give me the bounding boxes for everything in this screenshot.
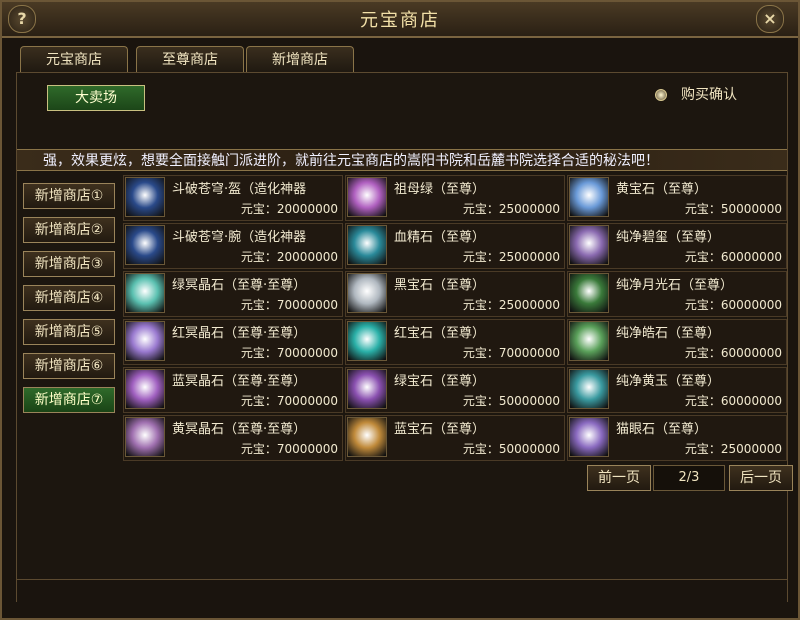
gem-icon: [347, 369, 387, 409]
shop-item[interactable]: 黑宝石（至尊） 元宝：25000000: [345, 271, 565, 317]
page-indicator: 2/3: [653, 465, 725, 491]
crystal-icon: [125, 369, 165, 409]
side-menu-item-1[interactable]: 新增商店①: [23, 183, 115, 209]
close-button[interactable]: ×: [756, 5, 784, 33]
item-name: 黑宝石（至尊）: [394, 278, 486, 293]
side-menu-item-6[interactable]: 新增商店⑥: [23, 353, 115, 379]
scrolling-banner: 强，效果更炫，想要全面接触门派进阶，就前往元宝商店的嵩阳书院和岳麓书院选择合适的…: [17, 149, 787, 171]
gem-icon: [347, 321, 387, 361]
shop-item[interactable]: 纯净皓石（至尊） 元宝：60000000: [567, 319, 787, 365]
item-name: 蓝冥晶石（至尊·至尊）: [172, 374, 307, 389]
radio-icon[interactable]: [655, 89, 667, 101]
gem-icon: [569, 417, 609, 457]
crystal-icon: [125, 273, 165, 313]
shop-panel: 大卖场 购买确认 强，效果更炫，想要全面接触门派进阶，就前往元宝商店的嵩阳书院和…: [16, 72, 793, 602]
item-name: 蓝宝石（至尊）: [394, 422, 486, 437]
item-name: 红冥晶石（至尊·至尊）: [172, 326, 307, 341]
prev-page-button[interactable]: 前一页: [587, 465, 651, 491]
feather-icon: [569, 273, 609, 313]
item-price: 元宝：25000000: [462, 202, 560, 216]
item-price: 元宝：60000000: [684, 394, 782, 408]
next-page-button[interactable]: 后一页: [729, 465, 793, 491]
shop-item[interactable]: 斗破苍穹·盔（造化神器元宝：20000000: [123, 175, 343, 221]
purchase-confirm-label: 购买确认: [681, 87, 737, 103]
bottom-status-bar: [17, 579, 787, 602]
helmet-icon: [125, 177, 165, 217]
item-price: 元宝：70000000: [240, 394, 338, 408]
side-menu-item-7[interactable]: 新增商店⑦: [23, 387, 115, 413]
item-price: 元宝：20000000: [240, 202, 338, 216]
gem-icon: [347, 225, 387, 265]
shop-item[interactable]: 纯净月光石（至尊） 元宝：60000000: [567, 271, 787, 317]
item-name: 猫眼石（至尊）: [616, 422, 708, 437]
item-name: 绿宝石（至尊）: [394, 374, 486, 389]
item-name: 红宝石（至尊）: [394, 326, 486, 341]
item-price: 元宝：70000000: [240, 298, 338, 312]
market-button[interactable]: 大卖场: [47, 85, 145, 111]
item-price: 元宝：60000000: [684, 298, 782, 312]
title-bar[interactable]: ? 元宝商店 ×: [2, 2, 798, 38]
item-price: 元宝：25000000: [462, 298, 560, 312]
tab-new-shop[interactable]: 新增商店: [246, 46, 354, 73]
shop-item[interactable]: 斗破苍穹·腕（造化神器元宝：20000000: [123, 223, 343, 269]
item-price: 元宝：50000000: [684, 202, 782, 216]
gem-icon: [569, 225, 609, 265]
item-price: 元宝：70000000: [240, 442, 338, 456]
shop-item[interactable]: 黄宝石（至尊） 元宝：50000000: [567, 175, 787, 221]
gem-icon: [347, 177, 387, 217]
tab-yuanbao-shop[interactable]: 元宝商店: [20, 46, 128, 73]
shop-item[interactable]: 红宝石（至尊） 元宝：70000000: [345, 319, 565, 365]
item-name: 黄冥晶石（至尊·至尊）: [172, 422, 307, 437]
shop-item[interactable]: 黄冥晶石（至尊·至尊） 元宝：70000000: [123, 415, 343, 461]
item-name: 绿冥晶石（至尊·至尊）: [172, 278, 307, 293]
shop-window: ? 元宝商店 × 元宝商店 至尊商店 新增商店 大卖场 购买确认 强，效果更炫，…: [0, 0, 800, 620]
tab-supreme-shop[interactable]: 至尊商店: [136, 46, 244, 73]
item-name: 纯净月光石（至尊）: [616, 278, 734, 293]
item-price: 元宝：25000000: [462, 250, 560, 264]
side-menu-item-3[interactable]: 新增商店③: [23, 251, 115, 277]
gem-icon: [347, 417, 387, 457]
purchase-confirm-toggle[interactable]: 购买确认: [655, 83, 737, 107]
shop-item[interactable]: 猫眼石（至尊） 元宝：25000000: [567, 415, 787, 461]
shop-item[interactable]: 纯净碧玺（至尊） 元宝：60000000: [567, 223, 787, 269]
item-name: 斗破苍穹·盔（造化神器: [172, 182, 307, 197]
item-name: 血精石（至尊）: [394, 230, 486, 245]
side-menu-item-4[interactable]: 新增商店④: [23, 285, 115, 311]
item-name: 纯净皓石（至尊）: [616, 326, 721, 341]
item-price: 元宝：70000000: [462, 346, 560, 360]
item-price: 元宝：70000000: [240, 346, 338, 360]
side-menu-item-5[interactable]: 新增商店⑤: [23, 319, 115, 345]
shop-item[interactable]: 祖母绿（至尊） 元宝：25000000: [345, 175, 565, 221]
gem-icon: [347, 273, 387, 313]
shop-item[interactable]: 绿冥晶石（至尊·至尊） 元宝：70000000: [123, 271, 343, 317]
gem-icon: [569, 369, 609, 409]
item-price: 元宝：60000000: [684, 250, 782, 264]
bracer-icon: [125, 225, 165, 265]
crystal-icon: [125, 417, 165, 457]
item-price: 元宝：25000000: [684, 442, 782, 456]
shop-item[interactable]: 红冥晶石（至尊·至尊） 元宝：70000000: [123, 319, 343, 365]
shop-item[interactable]: 蓝冥晶石（至尊·至尊） 元宝：70000000: [123, 367, 343, 413]
gem-icon: [569, 321, 609, 361]
crystal-icon: [125, 321, 165, 361]
gem-icon: [569, 177, 609, 217]
item-name: 黄宝石（至尊）: [616, 182, 708, 197]
item-price: 元宝：20000000: [240, 250, 338, 264]
item-name: 斗破苍穹·腕（造化神器: [172, 230, 307, 245]
shop-item[interactable]: 蓝宝石（至尊） 元宝：50000000: [345, 415, 565, 461]
shop-item[interactable]: 血精石（至尊） 元宝：25000000: [345, 223, 565, 269]
item-price: 元宝：60000000: [684, 346, 782, 360]
item-name: 纯净碧玺（至尊）: [616, 230, 721, 245]
side-menu-item-2[interactable]: 新增商店②: [23, 217, 115, 243]
item-price: 元宝：50000000: [462, 394, 560, 408]
item-name: 纯净黄玉（至尊）: [616, 374, 721, 389]
shop-item[interactable]: 纯净黄玉（至尊） 元宝：60000000: [567, 367, 787, 413]
item-name: 祖母绿（至尊）: [394, 182, 486, 197]
shop-item[interactable]: 绿宝石（至尊） 元宝：50000000: [345, 367, 565, 413]
item-price: 元宝：50000000: [462, 442, 560, 456]
window-title: 元宝商店: [360, 10, 440, 31]
